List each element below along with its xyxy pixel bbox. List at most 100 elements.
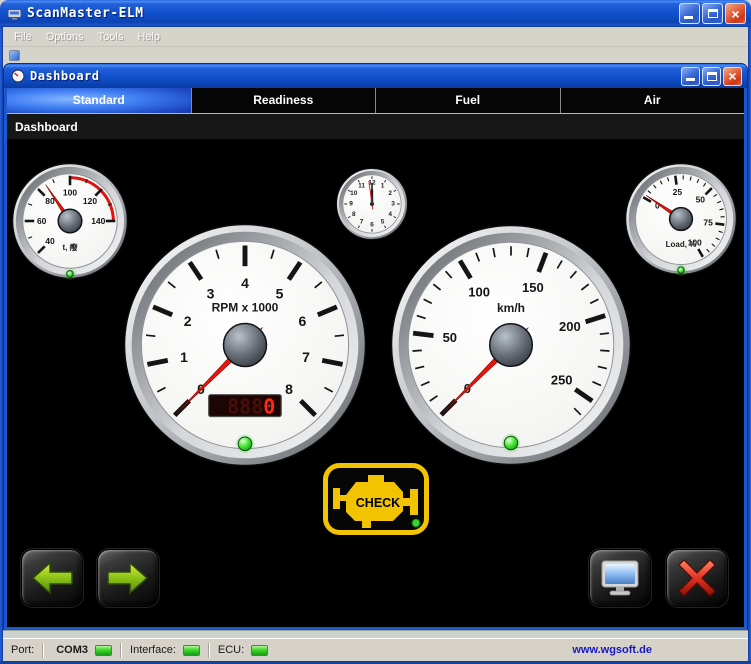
svg-text:1: 1	[381, 182, 385, 189]
svg-text:6: 6	[299, 313, 307, 329]
dashboard-window-icon	[11, 69, 25, 83]
svg-text:1: 1	[180, 349, 188, 365]
svg-text:8: 8	[285, 381, 293, 397]
toolbar-icon[interactable]	[9, 50, 20, 61]
tab-fuel[interactable]: Fuel	[375, 88, 560, 113]
dashboard-title-bar[interactable]: Dashboard ×	[4, 64, 747, 88]
minimize-button[interactable]	[679, 3, 700, 24]
dashboard-minimize-icon	[686, 78, 695, 81]
main-window-title: ScanMaster-ELM	[27, 6, 144, 21]
statusbar-separator	[120, 643, 122, 658]
svg-text:25: 25	[673, 187, 683, 197]
status-bar: Port: COM3 Interface: ECU: www.wgsoft.de	[3, 638, 748, 661]
next-button[interactable]	[97, 549, 159, 607]
svg-text:9: 9	[349, 201, 353, 208]
dashboard-window-title: Dashboard	[30, 69, 100, 83]
svg-text:RPM x 1000: RPM x 1000	[212, 301, 279, 315]
svg-text:5: 5	[276, 285, 284, 301]
tab-readiness[interactable]: Readiness	[191, 88, 376, 113]
svg-text:250: 250	[551, 373, 573, 388]
svg-text:60: 60	[37, 216, 47, 226]
monitor-icon	[599, 559, 641, 597]
svg-text:200: 200	[559, 319, 581, 334]
main-title-bar[interactable]: ScanMaster-ELM ×	[0, 0, 751, 27]
menu-item-file[interactable]: File	[7, 29, 39, 45]
dashboard-body: Standard Readiness Fuel Air Dashboard 40…	[7, 88, 744, 627]
dashboard-window: Dashboard × Standard Readiness Fuel Air …	[4, 64, 747, 630]
check-engine-indicator: CHECK	[322, 462, 430, 536]
engine-load-gauge: 0255075100Load, %	[624, 162, 738, 276]
dashboard-minimize-button[interactable]	[681, 67, 700, 86]
svg-text:Load, %: Load, %	[666, 240, 697, 249]
menu-bar: File Options Tools Help	[3, 27, 748, 47]
close-dashboard-button[interactable]	[666, 549, 728, 607]
check-engine-label: CHECK	[356, 496, 400, 510]
svg-text:8: 8	[352, 211, 356, 218]
svg-text:4: 4	[241, 275, 249, 291]
svg-text:7: 7	[302, 349, 310, 365]
window-resize-strip	[3, 630, 748, 638]
close-button[interactable]: ×	[725, 3, 746, 24]
website-link[interactable]: www.wgsoft.de	[572, 644, 652, 656]
dashboard-maximize-button[interactable]	[702, 67, 721, 86]
section-title: Dashboard	[7, 114, 744, 140]
coolant-temp-gauge: 406080100120140t, 癈	[11, 162, 129, 280]
check-engine-led	[412, 519, 420, 527]
dashboard-close-icon: ×	[728, 69, 736, 83]
display-mode-button[interactable]	[589, 549, 651, 607]
speedometer-gauge: 050100150200250km/h	[390, 224, 632, 466]
tab-air[interactable]: Air	[560, 88, 745, 113]
port-label: Port:	[11, 644, 34, 656]
dashboard-maximize-icon	[707, 72, 717, 81]
statusbar-separator	[208, 643, 210, 658]
svg-text:5: 5	[381, 219, 385, 226]
window-border-left	[0, 27, 3, 664]
close-icon: ×	[731, 7, 739, 21]
svg-text:50: 50	[696, 195, 706, 205]
previous-button[interactable]	[21, 549, 83, 607]
maximize-button[interactable]	[702, 3, 723, 24]
scanmaster-app-window: ScanMaster-ELM × File Options Tools Help…	[0, 0, 751, 664]
svg-text:140: 140	[91, 216, 105, 226]
svg-text:10: 10	[350, 190, 358, 197]
svg-text:120: 120	[83, 196, 97, 206]
ecu-label: ECU:	[218, 644, 244, 656]
maximize-icon	[708, 9, 718, 18]
minimize-icon	[684, 16, 693, 19]
svg-text:km/h: km/h	[497, 301, 525, 315]
svg-text:3: 3	[207, 285, 215, 301]
svg-text:11: 11	[358, 182, 365, 189]
port-value: COM3	[56, 644, 88, 656]
interface-label: Interface:	[130, 644, 176, 656]
svg-text:40: 40	[45, 236, 55, 246]
menu-item-options[interactable]: Options	[39, 29, 91, 45]
gauge-panel: 406080100120140t, 癈 123456789101112 0255…	[7, 140, 744, 627]
app-icon	[7, 6, 22, 21]
svg-text:50: 50	[443, 330, 457, 345]
tab-bar: Standard Readiness Fuel Air	[7, 88, 744, 114]
svg-text:8880: 8880	[227, 395, 275, 419]
svg-text:4: 4	[388, 211, 392, 218]
arrow-right-icon	[105, 560, 151, 596]
svg-text:2: 2	[388, 190, 392, 197]
svg-text:100: 100	[468, 285, 490, 300]
arrow-left-icon	[29, 560, 75, 596]
svg-text:150: 150	[522, 280, 544, 295]
tab-standard[interactable]: Standard	[7, 88, 191, 113]
port-status-led	[95, 645, 112, 656]
close-x-icon	[676, 557, 718, 599]
tachometer-gauge: 012345678RPM x 10008880	[123, 223, 367, 467]
menu-item-help[interactable]: Help	[130, 29, 167, 45]
svg-text:75: 75	[703, 218, 713, 228]
interface-status-led	[183, 645, 200, 656]
toolbar	[3, 47, 748, 64]
statusbar-separator	[42, 643, 44, 658]
svg-text:2: 2	[184, 313, 192, 329]
svg-text:6: 6	[370, 222, 374, 229]
svg-text:100: 100	[63, 188, 77, 198]
menu-item-tools[interactable]: Tools	[91, 29, 131, 45]
ecu-status-led	[251, 645, 268, 656]
svg-text:3: 3	[391, 201, 395, 208]
svg-text:t, 癈: t, 癈	[62, 242, 78, 252]
dashboard-close-button[interactable]: ×	[723, 67, 742, 86]
